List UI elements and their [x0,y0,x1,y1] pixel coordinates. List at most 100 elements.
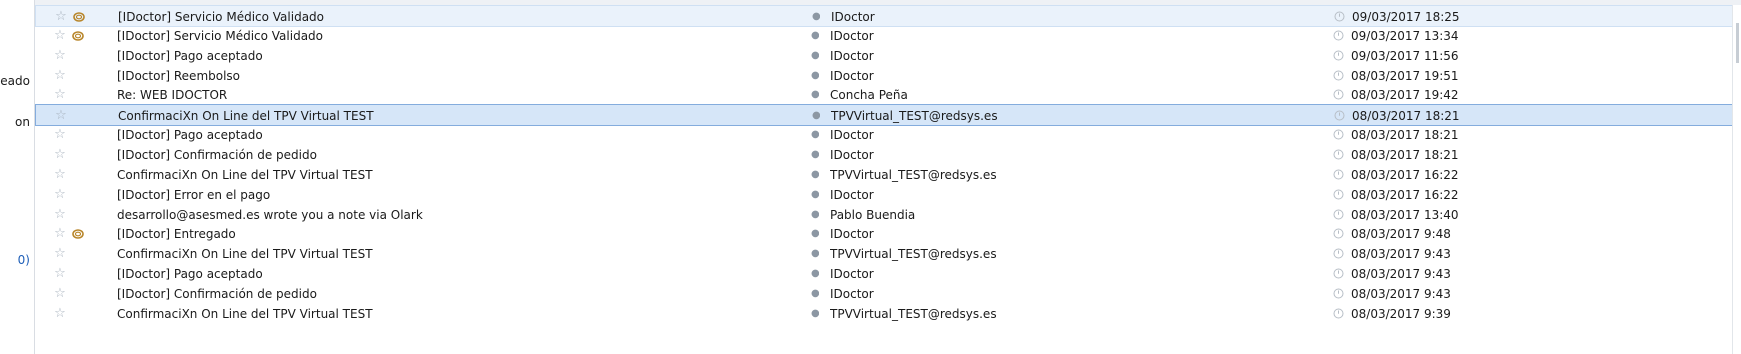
message-date: 08/03/2017 16:22 [1351,167,1459,182]
message-row[interactable]: ☆ [IDoctor] Entregado ● IDoctor 08/03/2017 9… [35,223,1735,245]
folder-item-label: on [15,115,30,129]
paperclip-icon [70,223,86,245]
unread-dot-icon[interactable]: ● [811,144,819,166]
paperclip-icon [70,164,86,186]
message-date: 08/03/2017 18:21 [1351,128,1459,143]
message-subject: [IDoctor] Confirmación de pedido [117,286,317,301]
message-row[interactable]: ☆ [IDoctor] Pago aceptado ● IDoctor 08/03/20… [35,124,1735,146]
message-list[interactable]: ☆ [IDoctor] Servicio Médico Validado ● IDoc… [35,5,1741,354]
message-row[interactable]: ☆ ConfirmaciXn On Line del TPV Virtual TE… [35,303,1735,325]
unread-dot-icon[interactable]: ● [811,243,819,265]
unread-dot-icon[interactable]: ● [811,45,819,67]
message-date: 08/03/2017 9:43 [1351,267,1451,282]
message-subject: [IDoctor] Servicio Médico Validado [117,28,324,43]
folder-item-partial[interactable]: on [15,115,30,129]
scrollbar[interactable] [1732,5,1741,354]
junk-status-icon[interactable] [1333,204,1349,226]
message-sender: IDoctor [830,286,874,301]
unread-dot-icon[interactable]: ● [811,164,819,186]
star-icon[interactable]: ☆ [52,243,68,265]
star-icon[interactable]: ☆ [52,164,68,186]
junk-status-icon[interactable] [1333,84,1349,106]
star-icon[interactable]: ☆ [52,263,68,285]
message-row[interactable]: ☆ Re: WEB IDOCTOR ● Concha Peña 08/03/2017 1… [35,84,1735,106]
unread-dot-icon[interactable]: ● [811,65,819,87]
junk-status-icon[interactable] [1333,164,1349,186]
message-subject: [IDoctor] Confirmación de pedido [117,147,317,162]
junk-status-icon[interactable] [1333,45,1349,67]
junk-status-icon[interactable] [1333,65,1349,87]
unread-dot-icon[interactable]: ● [811,223,819,245]
message-sender: IDoctor [830,227,874,242]
message-subject: ConfirmaciXn On Line del TPV Virtual TES… [117,167,373,182]
paperclip-icon [70,303,86,325]
star-icon[interactable]: ☆ [52,45,68,67]
star-icon[interactable]: ☆ [52,184,68,206]
junk-status-icon[interactable] [1333,303,1349,325]
message-sender: TPVVirtual_TEST@redsys.es [830,306,997,321]
message-row[interactable]: ☆ [IDoctor] Servicio Médico Validado ● IDoc… [35,5,1735,27]
unread-dot-icon[interactable]: ● [811,204,819,226]
star-icon[interactable]: ☆ [52,223,68,245]
folder-item-label: 0) [17,253,30,267]
message-date: 08/03/2017 13:40 [1351,207,1459,222]
unread-dot-icon[interactable]: ● [811,263,819,285]
star-icon[interactable]: ☆ [52,204,68,226]
message-row[interactable]: ☆ ConfirmaciXn On Line del TPV Virtual TE… [35,104,1735,127]
paperclip-icon [70,204,86,226]
unread-dot-icon[interactable]: ● [811,184,819,206]
paperclip-icon [70,124,86,146]
unread-dot-icon[interactable]: ● [811,124,819,146]
message-row[interactable]: ☆ [IDoctor] Reembolso ● IDoctor 08/03/2017 1… [35,65,1735,87]
star-icon[interactable]: ☆ [52,25,68,47]
star-icon[interactable]: ☆ [52,283,68,305]
message-row[interactable]: ☆ [IDoctor] Pago aceptado ● IDoctor 09/03/20… [35,45,1735,67]
junk-status-icon[interactable] [1333,184,1349,206]
message-row[interactable]: ☆ [IDoctor] Confirmación de pedido ● IDocto… [35,283,1735,305]
message-subject: [IDoctor] Error en el pago [117,187,271,202]
message-subject: ConfirmaciXn On Line del TPV Virtual TES… [117,247,373,262]
paperclip-icon [70,65,86,87]
message-row[interactable]: ☆ [IDoctor] Error en el pago ● IDoctor 08/03… [35,184,1735,206]
message-sender: IDoctor [830,28,874,43]
unread-dot-icon[interactable]: ● [811,25,819,47]
junk-status-icon[interactable] [1333,283,1349,305]
unread-dot-icon[interactable]: ● [811,303,819,325]
unread-dot-icon[interactable]: ● [811,84,819,106]
message-sender: IDoctor [830,48,874,63]
folder-item-label: seado [0,74,30,88]
junk-status-icon[interactable] [1333,124,1349,146]
star-icon[interactable]: ☆ [52,65,68,87]
junk-status-icon[interactable] [1333,25,1349,47]
message-subject: desarrollo@asesmed.es wrote you a note v… [117,207,423,222]
message-row[interactable]: ☆ [IDoctor] Servicio Médico Validado ● IDoc… [35,25,1735,47]
folder-item-partial[interactable]: 0) [18,253,30,267]
star-icon[interactable]: ☆ [52,84,68,106]
message-date: 09/03/2017 13:34 [1351,28,1459,43]
junk-status-icon[interactable] [1333,263,1349,285]
message-date: 08/03/2017 19:42 [1351,88,1459,103]
star-icon[interactable]: ☆ [52,124,68,146]
junk-status-icon[interactable] [1333,223,1349,245]
scrollbar-thumb[interactable] [1736,23,1739,63]
junk-status-icon[interactable] [1333,144,1349,166]
paperclip-icon [70,144,86,166]
paperclip-icon [70,184,86,206]
message-subject: [IDoctor] Reembolso [117,68,241,83]
message-subject: [IDoctor] Entregado [117,227,236,242]
mail-app: seado on 0) ☆ [IDoctor] Servicio Médico V… [0,0,1741,354]
paperclip-icon [70,84,86,106]
message-subject: [IDoctor] Pago aceptado [117,128,263,143]
message-row[interactable]: ☆ [IDoctor] Confirmación de pedido ● IDocto… [35,144,1735,166]
star-icon[interactable]: ☆ [52,303,68,325]
junk-status-icon[interactable] [1333,243,1349,265]
message-row[interactable]: ☆ ConfirmaciXn On Line del TPV Virtual TE… [35,243,1735,265]
star-icon[interactable]: ☆ [52,144,68,166]
message-row[interactable]: ☆ desarrollo@asesmed.es wrote you a note … [35,204,1735,226]
paperclip-icon [70,283,86,305]
unread-dot-icon[interactable]: ● [811,283,819,305]
message-row[interactable]: ☆ [IDoctor] Pago aceptado ● IDoctor 08/03/20… [35,263,1735,285]
folder-item-partial[interactable]: seado [0,74,30,88]
message-row[interactable]: ☆ ConfirmaciXn On Line del TPV Virtual TE… [35,164,1735,186]
message-subject: [IDoctor] Pago aceptado [117,48,263,63]
